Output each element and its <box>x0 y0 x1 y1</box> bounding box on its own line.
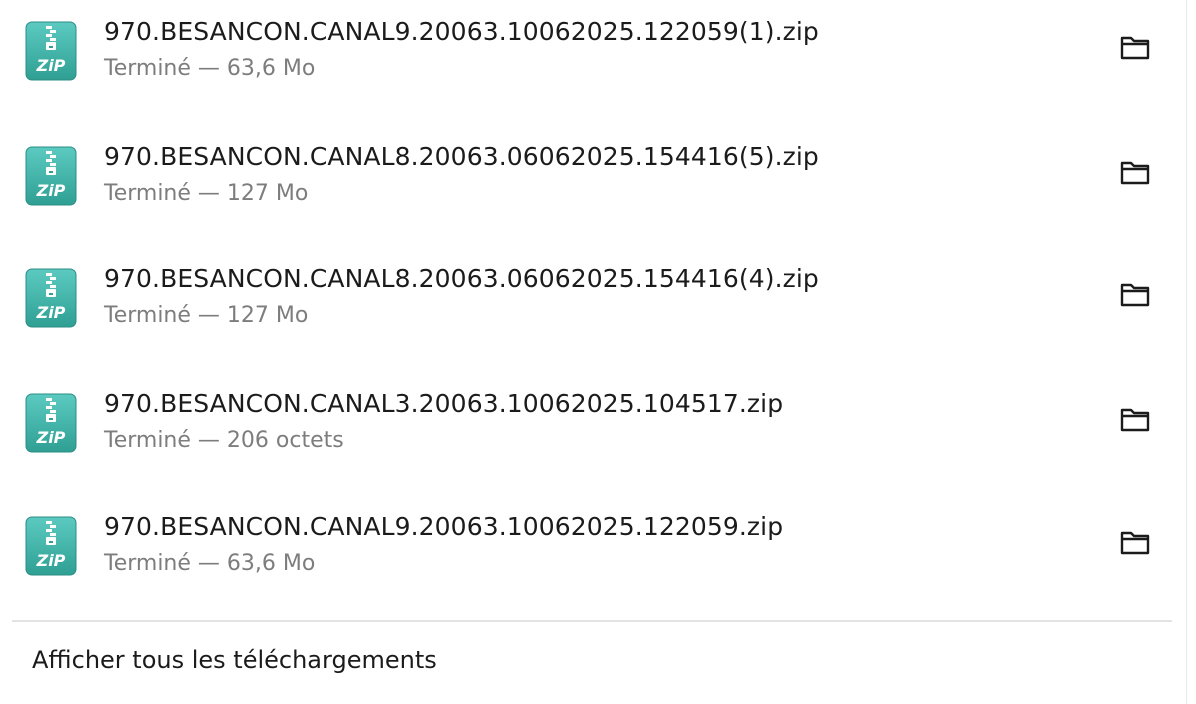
zip-file-icon: ZiP <box>25 146 77 206</box>
download-filename: 970.BESANCON.CANAL8.20063.06062025.15441… <box>104 142 819 171</box>
zip-file-icon: ZiP <box>25 268 77 328</box>
download-status: Terminé — 206 octets <box>104 428 344 453</box>
open-folder-button[interactable] <box>1112 272 1158 318</box>
show-all-downloads-button[interactable]: Afficher tous les téléchargements <box>32 646 437 674</box>
svg-text:ZiP: ZiP <box>36 56 66 75</box>
download-status: Terminé — 127 Mo <box>104 181 309 206</box>
folder-icon <box>1120 283 1150 307</box>
download-status: Terminé — 63,6 Mo <box>104 56 316 81</box>
window-edge <box>1186 0 1196 704</box>
download-item[interactable]: ZiP 970.BESANCON.CANAL9.20063.10062025.1… <box>12 495 1172 605</box>
footer-separator <box>12 620 1172 622</box>
folder-icon <box>1120 161 1150 185</box>
open-folder-button[interactable] <box>1112 25 1158 71</box>
zip-file-icon: ZiP <box>25 516 77 576</box>
download-item[interactable]: ZiP 970.BESANCON.CANAL9.20063.10062025.1… <box>12 0 1172 110</box>
download-status: Terminé — 127 Mo <box>104 303 309 328</box>
svg-text:ZiP: ZiP <box>36 428 66 447</box>
folder-icon <box>1120 408 1150 432</box>
download-filename: 970.BESANCON.CANAL9.20063.10062025.12205… <box>104 17 819 46</box>
open-folder-button[interactable] <box>1112 150 1158 196</box>
folder-icon <box>1120 531 1150 555</box>
open-folder-button[interactable] <box>1112 397 1158 443</box>
download-filename: 970.BESANCON.CANAL9.20063.10062025.12205… <box>104 512 784 541</box>
svg-text:ZiP: ZiP <box>36 551 66 570</box>
svg-text:ZiP: ZiP <box>36 181 66 200</box>
download-item[interactable]: ZiP 970.BESANCON.CANAL8.20063.06062025.1… <box>12 125 1172 235</box>
download-item[interactable]: ZiP 970.BESANCON.CANAL3.20063.10062025.1… <box>12 372 1172 482</box>
open-folder-button[interactable] <box>1112 520 1158 566</box>
downloads-panel: ZiP 970.BESANCON.CANAL9.20063.10062025.1… <box>0 0 1186 704</box>
zip-file-icon: ZiP <box>25 393 77 453</box>
download-item[interactable]: ZiP 970.BESANCON.CANAL8.20063.06062025.1… <box>12 247 1172 357</box>
folder-icon <box>1120 36 1150 60</box>
zip-file-icon: ZiP <box>25 21 77 81</box>
download-filename: 970.BESANCON.CANAL8.20063.06062025.15441… <box>104 264 819 293</box>
download-filename: 970.BESANCON.CANAL3.20063.10062025.10451… <box>104 389 784 418</box>
svg-text:ZiP: ZiP <box>36 303 66 322</box>
download-status: Terminé — 63,6 Mo <box>104 551 316 576</box>
